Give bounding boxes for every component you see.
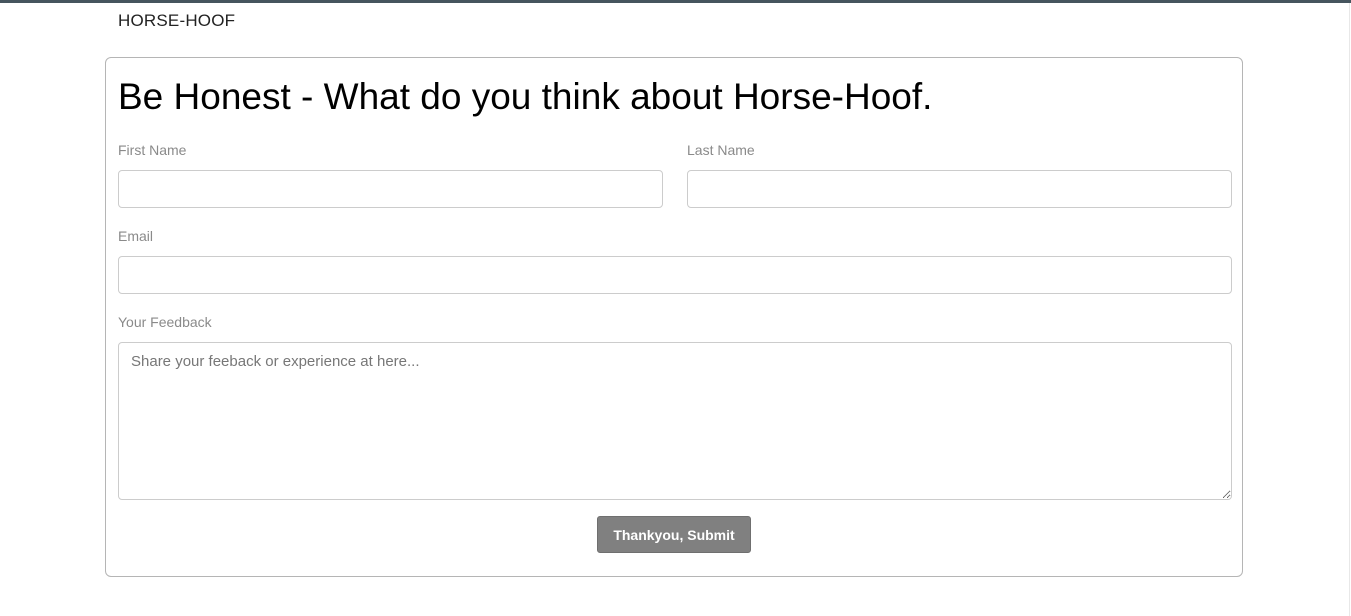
top-bar — [0, 0, 1351, 3]
first-name-label: First Name — [118, 142, 187, 158]
page-title: Be Honest - What do you think about Hors… — [118, 76, 933, 117]
first-name-input[interactable] — [118, 170, 663, 208]
email-input[interactable] — [118, 256, 1232, 294]
last-name-input[interactable] — [687, 170, 1232, 208]
brand-logo-text[interactable]: HORSE-HOOF — [118, 11, 235, 31]
email-label: Email — [118, 228, 154, 244]
last-name-label: Last Name — [687, 142, 755, 158]
feedback-label: Your Feedback — [118, 314, 212, 330]
feedback-form: Be Honest - What do you think about Hors… — [105, 57, 1243, 577]
feedback-textarea[interactable] — [118, 342, 1232, 500]
page-edge-divider — [1349, 3, 1350, 616]
submit-button[interactable]: Thankyou, Submit — [597, 516, 751, 553]
